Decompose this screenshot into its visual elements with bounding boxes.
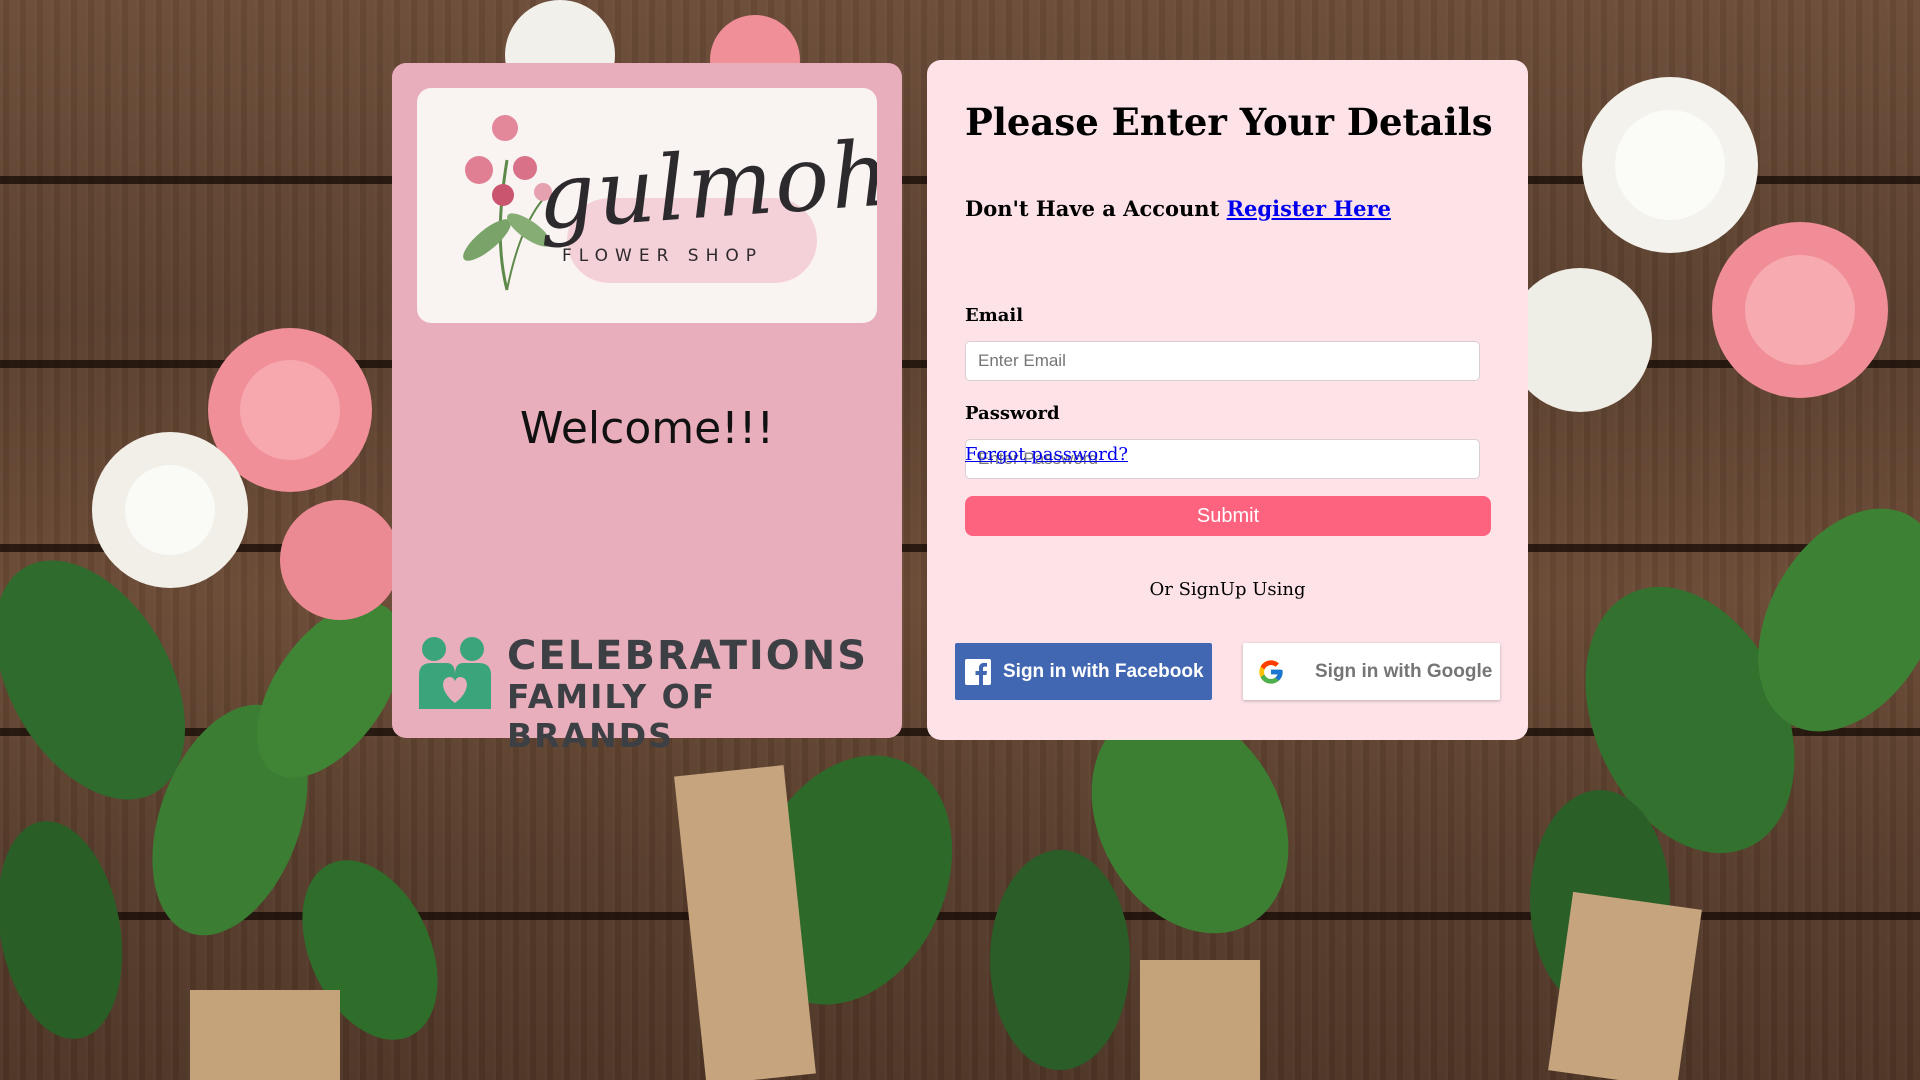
forgot-password-link[interactable]: Forgot password? bbox=[965, 444, 1128, 465]
google-signin-button[interactable]: Sign in with Google bbox=[1243, 643, 1500, 700]
password-label: Password bbox=[965, 403, 1060, 424]
google-icon bbox=[1259, 659, 1283, 684]
welcome-heading: Welcome!!! bbox=[519, 403, 775, 454]
logo-subtitle: FLOWER SHOP bbox=[562, 246, 763, 266]
register-prompt: Don't Have a Account Register Here bbox=[965, 196, 1391, 221]
email-field[interactable] bbox=[965, 341, 1480, 381]
brand-line-2: FAMILY OF BRANDS bbox=[507, 677, 717, 755]
login-form-panel: Please Enter Your Details Don't Have a A… bbox=[927, 60, 1528, 740]
submit-button[interactable]: Submit bbox=[965, 496, 1491, 536]
register-link[interactable]: Register Here bbox=[1227, 196, 1391, 221]
brand-line-1: CELEBRATIONS bbox=[507, 633, 869, 679]
or-signup-text: Or SignUp Using bbox=[1149, 579, 1306, 600]
facebook-signin-button[interactable]: Sign in with Facebook bbox=[955, 643, 1212, 700]
brand-panel: gulmohar FLOWER SHOP Welcome!!! CELEBRAT… bbox=[392, 63, 902, 755]
google-button-label: Sign in with Google bbox=[1315, 660, 1493, 682]
form-title: Please Enter Your Details bbox=[965, 100, 1493, 144]
celebrations-family-icon bbox=[419, 637, 491, 709]
facebook-button-label: Sign in with Facebook bbox=[1003, 660, 1204, 682]
email-label: Email bbox=[965, 305, 1024, 326]
celebrations-logo: CELEBRATIONS FAMILY OF BRANDS bbox=[417, 633, 877, 755]
no-account-text: Don't Have a Account bbox=[965, 196, 1220, 221]
facebook-icon bbox=[965, 658, 991, 685]
gulmohar-logo: gulmohar FLOWER SHOP bbox=[417, 88, 877, 323]
logo-wordmark: gulmohar bbox=[533, 114, 877, 251]
